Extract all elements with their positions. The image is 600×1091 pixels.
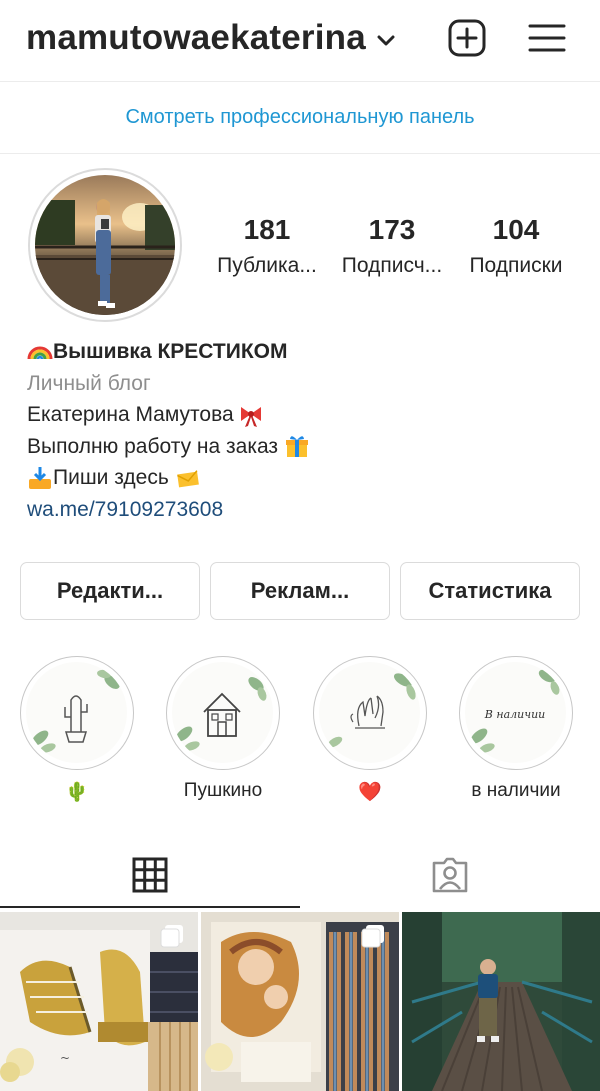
menu-icon[interactable] [527, 18, 567, 58]
stat-following[interactable]: 104 Подписки [454, 214, 578, 278]
highlight-cover-text: В наличии [484, 708, 545, 721]
bio-line-write: Пиши здесь [53, 466, 169, 489]
highlight-label: в наличии [471, 780, 561, 801]
ribbon-icon [240, 406, 261, 427]
tab-tagged[interactable] [300, 840, 600, 910]
highlight-cactus[interactable]: 🌵 [20, 656, 134, 803]
rainbow-icon [27, 346, 53, 360]
bio: Вышивка КРЕСТИКОМ Личный блог Екатерина … [27, 336, 587, 525]
post-thumbnail[interactable] [402, 912, 600, 1091]
highlight-label: Пушкино [183, 780, 263, 801]
highlight-label: ❤️ [358, 782, 382, 803]
multiple-posts-icon [361, 925, 384, 948]
promotions-button[interactable]: Реклам... [210, 562, 390, 620]
avatar-ring[interactable] [28, 168, 182, 322]
pro-dashboard-bar: Смотреть профессиональную панель [0, 82, 600, 154]
username: mamutowaekaterina [26, 18, 366, 57]
highlight-cover [26, 662, 127, 763]
highlight-cover [319, 662, 420, 763]
bio-link[interactable]: wa.me/79109273608 [27, 494, 223, 526]
highlight-cover [172, 662, 273, 763]
edit-profile-button[interactable]: Редакти... [20, 562, 200, 620]
stat-posts-label: Публика... [217, 254, 317, 277]
bio-line-order: Выполню работу на заказ [27, 434, 279, 458]
highlight-in-stock[interactable]: В наличии в наличии [459, 656, 573, 801]
tab-grid[interactable] [0, 840, 300, 910]
grid-icon [132, 857, 168, 893]
tab-active-indicator [0, 906, 300, 908]
tagged-user-icon [432, 857, 468, 893]
stat-following-value: 104 [492, 214, 540, 245]
highlight-label: 🌵 [65, 782, 89, 803]
insights-button[interactable]: Статистика [400, 562, 580, 620]
stat-followers[interactable]: 173 Подписч... [330, 214, 454, 278]
post-thumbnail[interactable] [201, 912, 399, 1091]
svg-text:~: ~ [60, 1051, 70, 1065]
multiple-posts-icon [160, 925, 183, 948]
stat-followers-label: Подписч... [341, 254, 443, 277]
profile-tabs [0, 840, 600, 910]
highlight-pushkino[interactable]: Пушкино [166, 656, 280, 801]
account-switcher[interactable]: mamutowaekaterina [26, 18, 396, 58]
envelope-icon [176, 469, 199, 488]
top-bar: mamutowaekaterina [0, 0, 600, 82]
chevron-down-icon [377, 35, 395, 46]
gift-icon [286, 436, 309, 458]
avatar [35, 175, 175, 315]
bio-line-name: Екатерина Мамутова [27, 403, 234, 426]
highlight-heart[interactable]: ❤️ [313, 656, 427, 803]
post-thumbnail[interactable]: ~ [0, 912, 198, 1091]
stat-following-label: Подписки [469, 254, 563, 277]
posts-grid: ~ [0, 912, 600, 1091]
bio-category: Личный блог [27, 371, 151, 395]
inbox-tray-icon [29, 466, 51, 489]
new-post-icon[interactable] [447, 18, 487, 58]
bio-name: Вышивка КРЕСТИКОМ [53, 340, 288, 363]
pro-dashboard-link[interactable]: Смотреть профессиональную панель [125, 106, 474, 129]
stat-posts-value: 181 [243, 214, 291, 245]
stat-followers-value: 173 [368, 214, 416, 245]
highlight-cover: В наличии [465, 662, 566, 763]
stat-posts[interactable]: 181 Публика... [205, 214, 329, 278]
